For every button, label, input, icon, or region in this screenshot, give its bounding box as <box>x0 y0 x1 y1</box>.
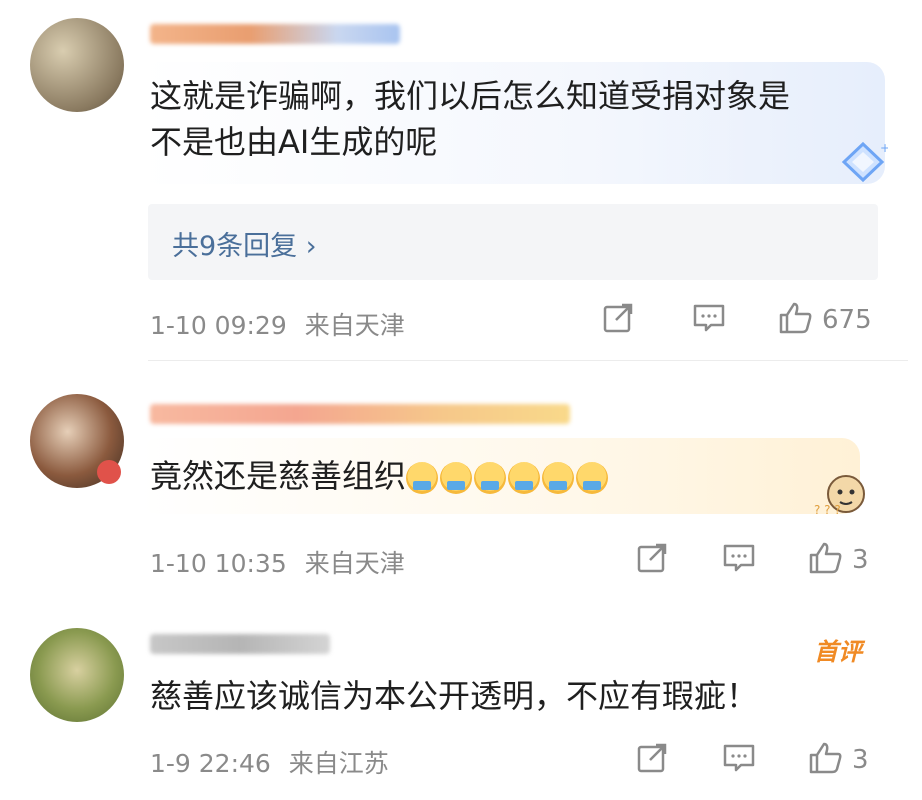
comment-icon[interactable] <box>692 301 726 339</box>
username-blurred[interactable] <box>150 634 330 654</box>
location: 来自天津 <box>304 549 405 578</box>
like-count: 3 <box>852 545 869 575</box>
share-icon[interactable] <box>636 541 670 579</box>
avatar[interactable] <box>30 628 124 722</box>
location: 来自江苏 <box>288 749 389 778</box>
timestamp: 1-10 09:29 <box>150 311 287 340</box>
svg-text:+: + <box>880 141 888 155</box>
thumbs-up-icon[interactable] <box>778 300 814 340</box>
crying-emoji-icon <box>542 462 575 494</box>
comment-text-line-1: 这就是诈骗啊，我们以后怎么知道受捐对象是 <box>150 77 791 115</box>
crying-emoji-icon <box>406 462 439 494</box>
crying-emoji-icon <box>474 462 507 494</box>
comment-timestamp: 1-10 10:35 来自天津 <box>150 544 405 580</box>
like-count: 675 <box>822 305 872 335</box>
diamond-sticker-icon: + <box>841 141 888 183</box>
share-icon[interactable] <box>636 741 670 779</box>
comment-text-line-2: 不是也由AI生成的呢 <box>150 123 438 161</box>
emoji-row <box>406 457 610 495</box>
action-bar: 3 <box>636 540 869 580</box>
comment-timestamp: 1-9 22:46 来自江苏 <box>150 744 389 780</box>
crying-emoji-icon <box>576 462 609 494</box>
crying-emoji-icon <box>440 462 473 494</box>
timestamp: 1-9 22:46 <box>150 749 271 778</box>
divider <box>148 360 908 361</box>
comment-2: 竟然还是慈善组织 ? ? ? 1-10 10:35 来自天津 3 <box>0 380 922 600</box>
thumbs-up-icon[interactable] <box>808 540 844 580</box>
action-bar: 3 <box>636 740 869 780</box>
username-blurred[interactable] <box>150 404 570 424</box>
comment-3: 首评 慈善应该诚信为本公开透明，不应有瑕疵！ 1-9 22:46 来自江苏 3 <box>0 608 922 800</box>
comment-icon[interactable] <box>722 741 756 779</box>
comment-icon[interactable] <box>722 541 756 579</box>
comment-1: 这就是诈骗啊，我们以后怎么知道受捐对象是 不是也由AI生成的呢 + 共9条回复 … <box>0 0 922 360</box>
comment-timestamp: 1-10 09:29 来自天津 <box>150 306 405 342</box>
cartoon-sticker-icon: ? ? ? <box>814 475 865 517</box>
share-icon[interactable] <box>602 301 636 339</box>
location: 来自天津 <box>304 311 405 340</box>
svg-text:? ? ?: ? ? ? <box>814 503 841 517</box>
replies-link[interactable]: 共9条回复 › <box>172 224 317 263</box>
action-bar: 675 <box>602 300 872 340</box>
vip-badge-icon <box>97 460 121 484</box>
thumbs-up-icon[interactable] <box>808 740 844 780</box>
avatar[interactable] <box>30 18 124 112</box>
timestamp: 1-10 10:35 <box>150 549 287 578</box>
comment-text-content: 竟然还是慈善组织 <box>150 457 407 495</box>
comment-text: 慈善应该诚信为本公开透明，不应有瑕疵！ <box>150 677 759 715</box>
like-count: 3 <box>852 745 869 775</box>
replies-box[interactable]: 共9条回复 › <box>148 204 878 280</box>
comment-text: 竟然还是慈善组织 <box>150 450 610 502</box>
crying-emoji-icon <box>508 462 541 494</box>
first-comment-badge: 首评 <box>814 638 862 666</box>
username-blurred[interactable] <box>150 24 400 44</box>
